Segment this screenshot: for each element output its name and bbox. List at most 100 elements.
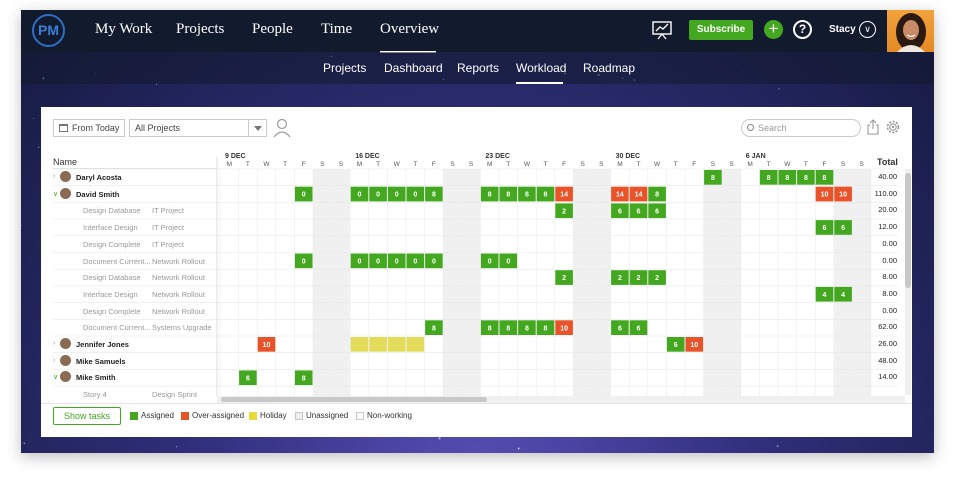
- presentation-icon[interactable]: [651, 19, 673, 41]
- workload-cell[interactable]: [369, 337, 387, 352]
- legend-label-non-working: Non-working: [367, 411, 412, 420]
- workload-value: 6: [674, 342, 678, 349]
- star: [175, 445, 178, 448]
- nav-projects[interactable]: Projects: [176, 21, 224, 38]
- chevron-down-icon[interactable]: ∨: [53, 373, 58, 381]
- nav-time[interactable]: Time: [321, 21, 352, 38]
- workload-value: 14: [635, 192, 643, 199]
- workload-value: 2: [655, 275, 659, 282]
- vertical-scroll-thumb[interactable]: [905, 173, 911, 288]
- task-row[interactable]: Interface Design IT Project: [53, 219, 217, 235]
- task-row[interactable]: Design Database IT Project: [53, 202, 217, 218]
- weekend-column: [461, 169, 481, 396]
- task-row[interactable]: Interface Design Network Rollout: [53, 286, 217, 302]
- horizontal-scroll-thumb[interactable]: [221, 397, 487, 402]
- day-letter: F: [432, 161, 436, 168]
- workload-value: 0: [302, 259, 306, 266]
- resource-row[interactable]: › Daryl Acosta: [53, 169, 217, 185]
- day-letter: M: [747, 161, 752, 168]
- subtab-reports[interactable]: Reports: [457, 61, 499, 75]
- workload-cell[interactable]: [350, 337, 369, 352]
- task-name: Interface Design: [83, 289, 138, 299]
- workload-value: 8: [432, 192, 436, 199]
- horizontal-scrollbar[interactable]: [217, 396, 905, 403]
- star: [37, 146, 40, 149]
- task-row[interactable]: Story 4 Design Sprint: [53, 386, 217, 402]
- user-name[interactable]: Stacy: [829, 24, 856, 35]
- day-letter: T: [283, 161, 287, 168]
- star: [23, 442, 26, 445]
- avatar: [60, 187, 71, 199]
- row-total: 0.00: [882, 305, 897, 315]
- subtab-dashboard[interactable]: Dashboard: [384, 61, 443, 75]
- subtab-projects[interactable]: Projects: [323, 61, 366, 75]
- nav-overview[interactable]: Overview: [380, 21, 439, 38]
- resource-name: Mike Smith: [76, 373, 116, 383]
- day-letter: T: [637, 161, 641, 168]
- task-row[interactable]: Document Current... Systems Upgrade: [53, 319, 217, 335]
- workload-value: 8: [544, 192, 548, 199]
- day-letter: S: [469, 161, 474, 168]
- task-row[interactable]: Design Complete IT Project: [53, 236, 217, 252]
- workload-cell[interactable]: [406, 337, 425, 352]
- workload-panel: From Today All Projects Search Name Tota…: [41, 107, 912, 437]
- subtab-active-indicator: [516, 82, 563, 84]
- help-button[interactable]: ?: [793, 20, 812, 39]
- resource-row[interactable]: ∨ David Smith: [53, 186, 217, 202]
- row-total: 14.00: [878, 372, 897, 382]
- workload-value: 8: [488, 192, 492, 199]
- workload-value: 6: [841, 225, 845, 232]
- workload-value: 8: [823, 175, 827, 182]
- user-avatar[interactable]: [887, 10, 934, 52]
- pm-logo[interactable]: PM: [32, 14, 65, 47]
- day-letter: W: [524, 161, 531, 168]
- add-new-button[interactable]: +: [764, 20, 783, 39]
- show-tasks-button[interactable]: Show tasks: [53, 407, 121, 425]
- task-row[interactable]: Design Complete Network Rollout: [53, 303, 217, 319]
- day-letter: W: [654, 161, 661, 168]
- task-project: Systems Upgrade: [152, 323, 212, 333]
- chevron-down-icon[interactable]: ∨: [859, 21, 876, 38]
- avatar: [60, 371, 71, 383]
- weekend-column: [703, 169, 723, 396]
- task-project: Network Rollout: [152, 289, 205, 299]
- row-total: 62.00: [878, 322, 897, 332]
- weekend-column: [443, 169, 462, 396]
- workload-value: 10: [560, 325, 568, 332]
- weekend-column: [722, 169, 741, 396]
- resource-row[interactable]: ∨ Mike Smith: [53, 369, 217, 385]
- workload-cell[interactable]: [387, 337, 406, 352]
- row-total: 48.00: [878, 355, 897, 365]
- resource-row[interactable]: › Jennifer Jones: [53, 336, 217, 352]
- chevron-right-icon[interactable]: ›: [53, 357, 55, 364]
- workload-value: 8: [544, 325, 548, 332]
- app-window: PM My Work Projects People Time Overview…: [21, 10, 934, 453]
- avatar: [60, 171, 71, 182]
- day-letter: T: [804, 161, 808, 168]
- chevron-right-icon[interactable]: ›: [53, 173, 55, 180]
- day-letter: S: [450, 161, 455, 168]
- resource-row[interactable]: › Mike Samuels: [53, 353, 217, 369]
- subscribe-button[interactable]: Subscribe: [689, 20, 753, 40]
- subtab-workload[interactable]: Workload: [516, 61, 566, 75]
- workload-value: 0: [302, 192, 306, 199]
- chevron-down-icon[interactable]: ∨: [53, 190, 58, 198]
- vertical-scrollbar[interactable]: [905, 169, 911, 395]
- task-row[interactable]: Document Current... Network Rollout: [53, 253, 217, 269]
- subtab-roadmap[interactable]: Roadmap: [583, 61, 635, 75]
- chevron-right-icon[interactable]: ›: [53, 340, 55, 347]
- weekend-column: [592, 169, 611, 396]
- nav-people[interactable]: People: [252, 21, 293, 38]
- day-letter: M: [357, 161, 362, 168]
- star: [776, 445, 779, 448]
- weekend-column: [331, 169, 351, 396]
- workload-value: 4: [823, 292, 827, 299]
- nav-my-work[interactable]: My Work: [95, 21, 152, 38]
- task-row[interactable]: Design Database Network Rollout: [53, 269, 217, 285]
- day-letter: T: [376, 161, 380, 168]
- day-letter: S: [581, 161, 586, 168]
- day-letter: S: [599, 161, 604, 168]
- workload-value: 8: [525, 325, 529, 332]
- workload-value: 8: [432, 325, 436, 332]
- star: [289, 452, 291, 453]
